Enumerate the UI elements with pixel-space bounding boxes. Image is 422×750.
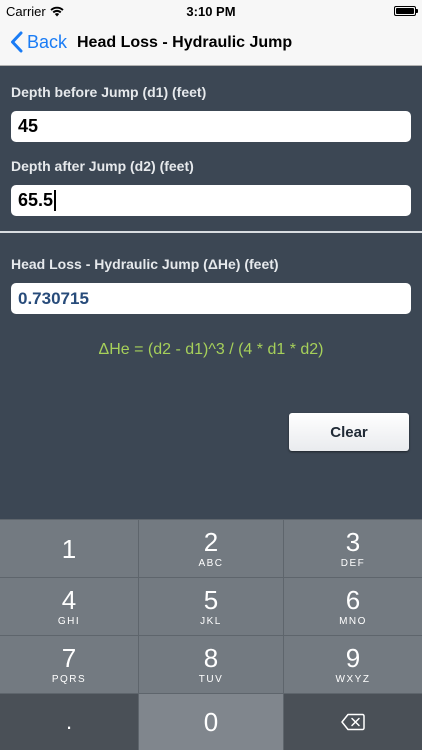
d1-input[interactable]: 45 <box>11 111 411 142</box>
key-8[interactable]: 8 TUV <box>139 636 283 693</box>
backspace-icon <box>341 713 365 731</box>
key-2-digit: 2 <box>203 527 219 557</box>
back-button[interactable]: Back <box>10 31 67 53</box>
key-6[interactable]: 6 MNO <box>284 578 422 635</box>
key-5[interactable]: 5 JKL <box>139 578 283 635</box>
key-delete[interactable] <box>284 694 422 750</box>
d1-label: Depth before Jump (d1) (feet) <box>11 84 207 100</box>
result-field[interactable]: 0.730715 <box>11 283 411 314</box>
status-bar: Carrier 3:10 PM <box>0 0 422 22</box>
text-caret <box>54 190 57 211</box>
numeric-keypad: 1 2 ABC 3 DEF 4 GHI 5 JKL 6 MNO 7 PQRS 8… <box>0 519 422 750</box>
d2-label: Depth after Jump (d2) (feet) <box>11 158 194 174</box>
d2-input[interactable]: 65.5 <box>11 185 411 216</box>
key-9[interactable]: 9 WXYZ <box>284 636 422 693</box>
key-8-letters: TUV <box>198 674 224 685</box>
key-7[interactable]: 7 PQRS <box>0 636 138 693</box>
key-4[interactable]: 4 GHI <box>0 578 138 635</box>
key-5-letters: JKL <box>200 616 222 627</box>
key-6-digit: 6 <box>345 585 361 615</box>
key-5-digit: 5 <box>203 585 219 615</box>
key-0[interactable]: 0 <box>139 694 283 750</box>
back-label: Back <box>27 31 68 52</box>
key-9-digit: 9 <box>345 643 361 673</box>
result-label: Head Loss - Hydraulic Jump (ΔHe) (feet) <box>11 256 279 272</box>
battery-icon <box>394 6 418 16</box>
result-value: 0.730715 <box>18 288 89 308</box>
key-3-letters: DEF <box>340 558 366 569</box>
key-decimal-symbol: . <box>65 709 73 734</box>
key-4-digit: 4 <box>61 585 77 615</box>
key-6-letters: MNO <box>339 616 367 627</box>
key-2-letters: ABC <box>198 558 224 569</box>
screen: Carrier 3:10 PM Back Head Loss - Hydraul… <box>0 0 422 750</box>
key-3-digit: 3 <box>345 527 361 557</box>
navigation-bar: Back Head Loss - Hydraulic Jump <box>0 22 422 66</box>
key-7-letters: PQRS <box>51 674 87 685</box>
key-decimal[interactable]: . <box>0 694 138 750</box>
key-7-digit: 7 <box>61 643 77 673</box>
key-1-digit: 1 <box>61 533 77 564</box>
key-9-letters: WXYZ <box>335 674 371 685</box>
section-divider <box>0 231 422 233</box>
formula-text: ΔHe = (d2 - d1)^3 / (4 * d1 * d2) <box>98 341 324 358</box>
key-8-digit: 8 <box>203 643 219 673</box>
page-title: Head Loss - Hydraulic Jump <box>77 34 293 51</box>
status-time: 3:10 PM <box>186 4 236 19</box>
key-0-digit: 0 <box>203 707 219 737</box>
d2-value: 65.5 <box>18 190 54 210</box>
d1-value: 45 <box>18 116 39 136</box>
key-2[interactable]: 2 ABC <box>139 520 283 577</box>
chevron-left-icon <box>11 31 23 53</box>
key-1[interactable]: 1 <box>0 520 138 577</box>
key-3[interactable]: 3 DEF <box>284 520 422 577</box>
key-4-letters: GHI <box>57 616 81 627</box>
clear-button[interactable]: Clear <box>289 413 409 451</box>
